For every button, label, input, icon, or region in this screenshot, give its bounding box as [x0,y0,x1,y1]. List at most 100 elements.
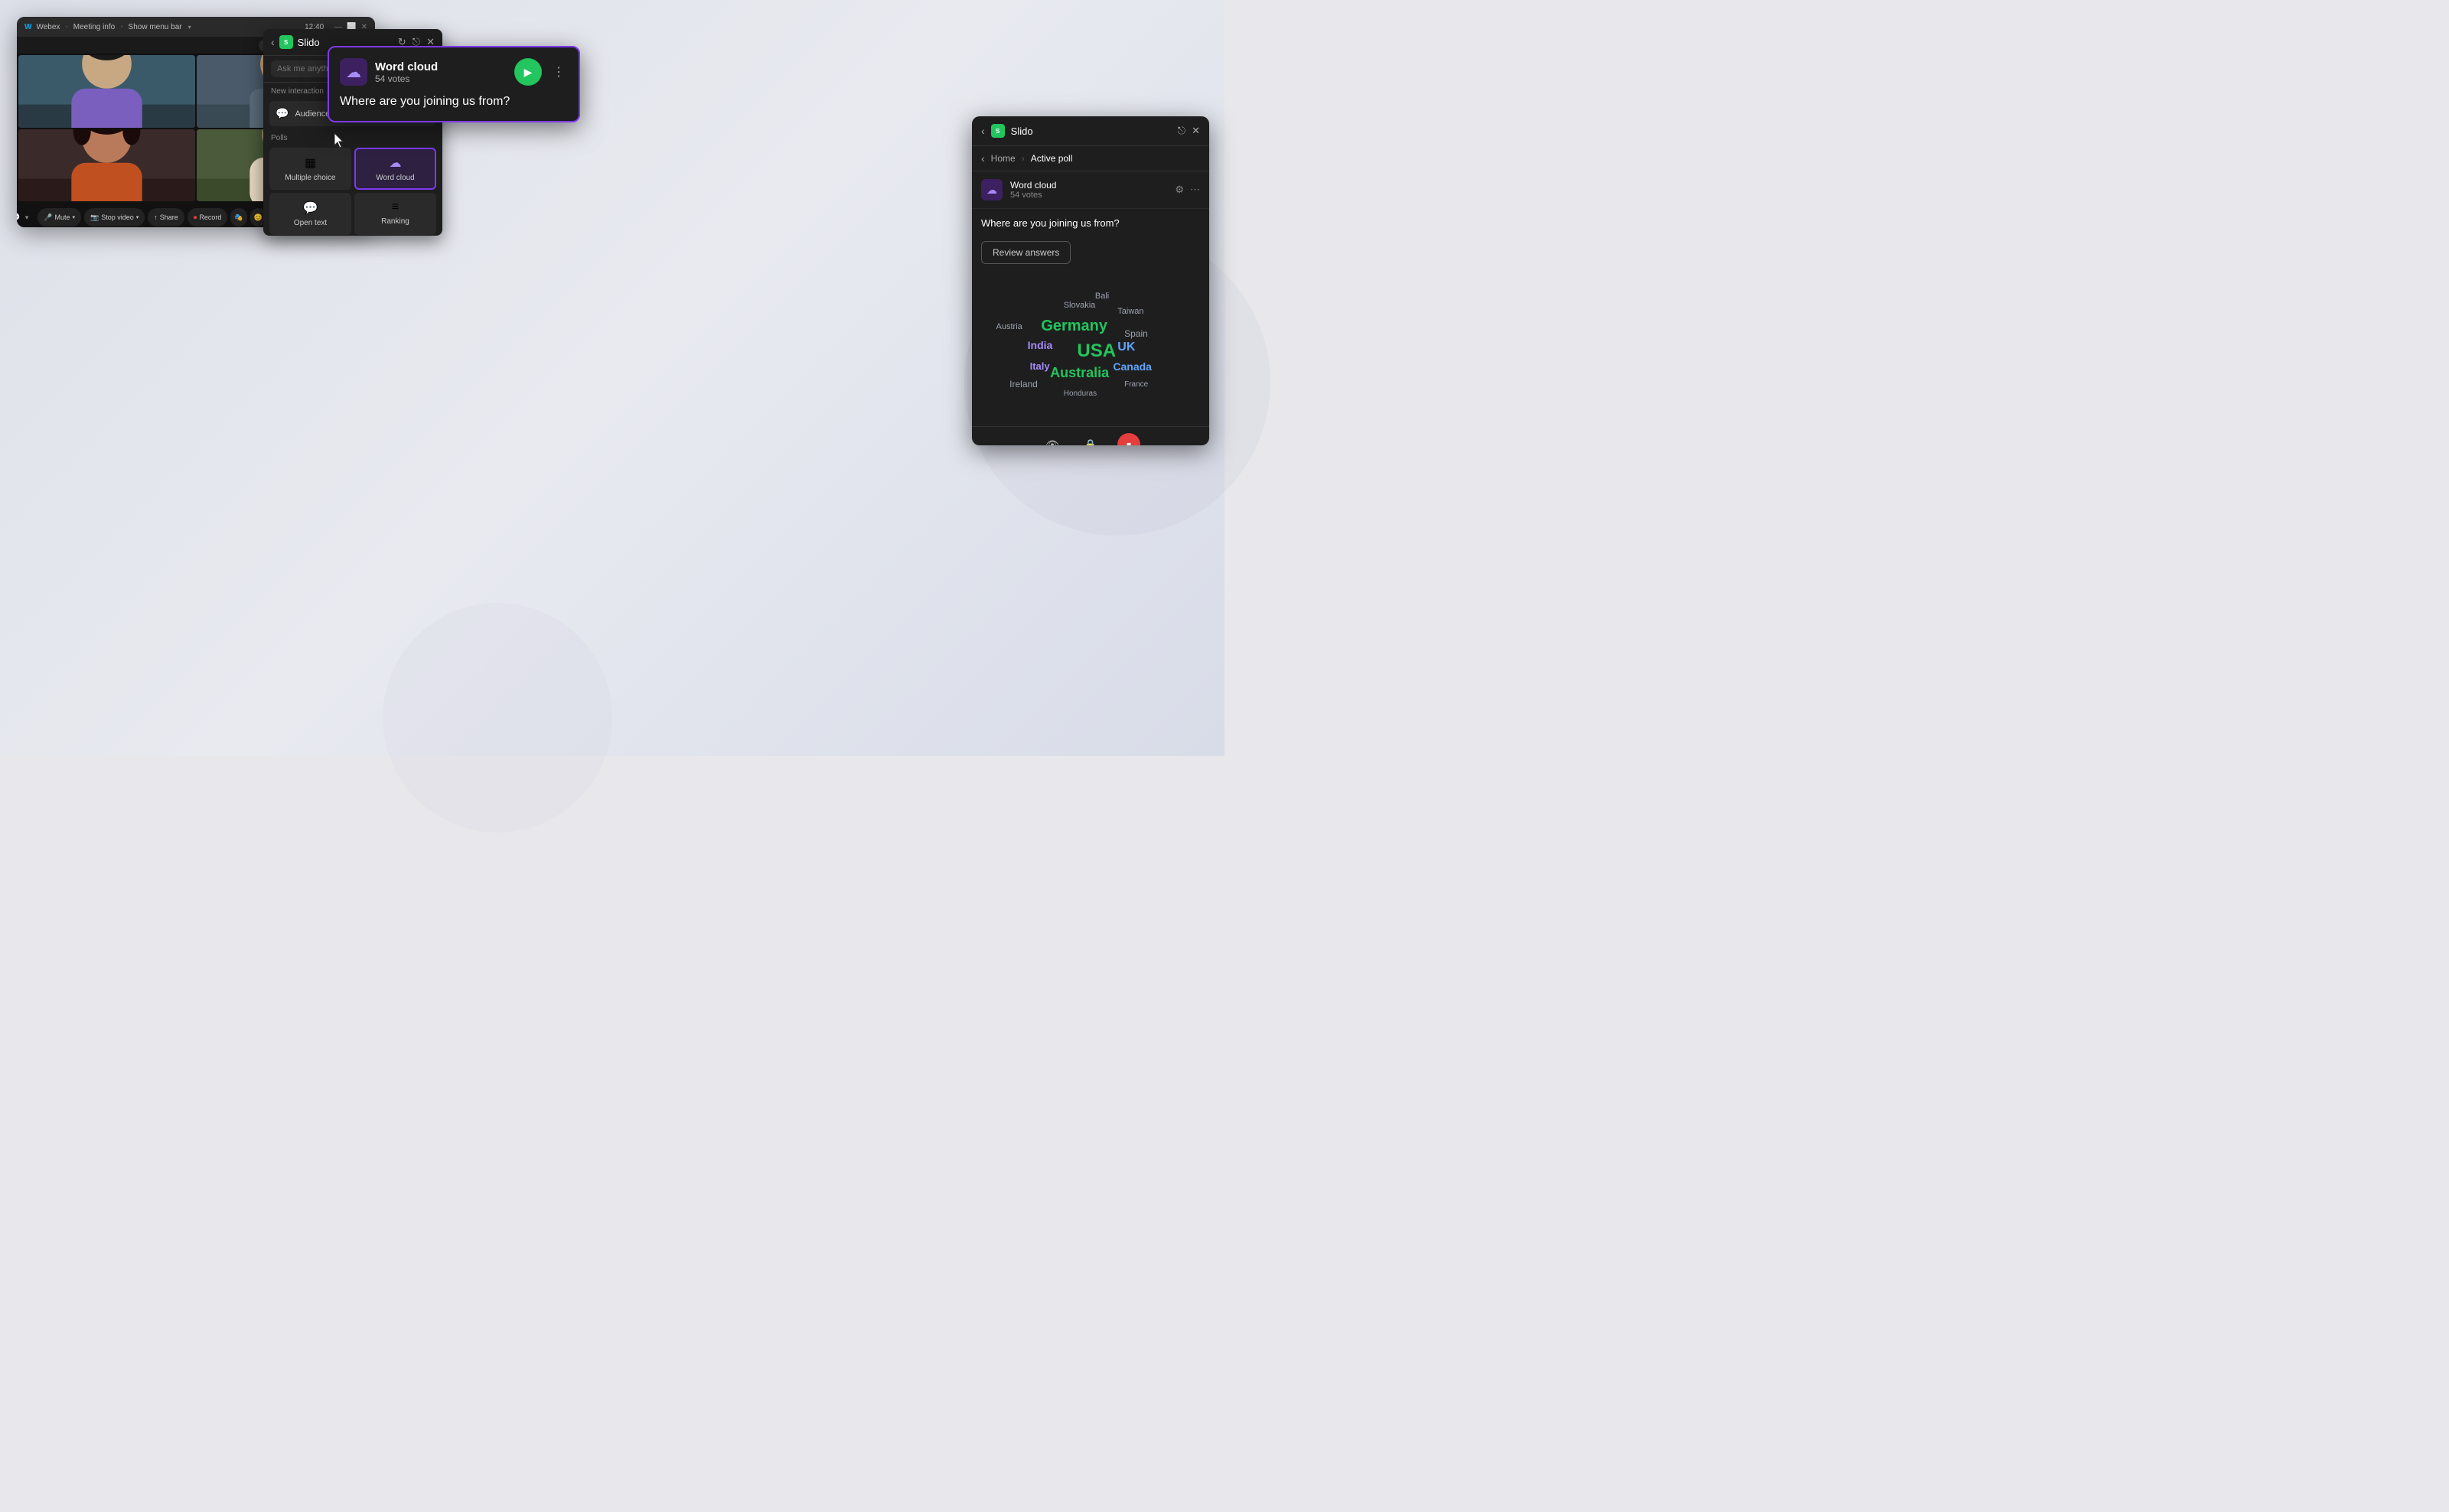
wcp-title-section: Word cloud 54 votes [375,60,507,84]
word-Honduras: Honduras [1064,389,1097,398]
nav-separator: › [1022,153,1025,164]
meeting-info-link[interactable]: Meeting info [73,23,115,31]
webex-logo-icon: W [24,23,31,31]
show-menu-bar[interactable]: Show menu bar [129,23,182,31]
multiple-choice-label: Multiple choice [285,174,335,182]
wcp-poll-icon: ☁ [340,58,367,86]
polls-grid: ▦ Multiple choice ☁ Word cloud 💬 Open te… [263,145,442,236]
open-text-icon: 💬 [303,200,318,216]
word-Spain: Spain [1124,328,1148,339]
slido-active-poll-panel: ‹ S Slido ⎋ ✕ ‹ Home › Active poll ☁ Wor… [972,116,1209,445]
record-label: Record [199,213,221,221]
open-text-item[interactable]: 💬 Open text [269,193,351,235]
caption-button[interactable]: 💬 [17,208,24,226]
sap-poll-info-row: ☁ Word cloud 54 votes ⚙ ⋯ [972,171,1209,209]
word-Italy: Italy [1030,360,1050,372]
sap-bottom-controls: 👁 🔒 ⏹ [972,426,1209,445]
cloud-icon: ☁ [346,63,361,82]
lock-button[interactable]: 🔒 [1079,433,1102,445]
sap-question-text: Where are you joining us from? [972,209,1209,238]
wcp-header: ☁ Word cloud 54 votes ▶ ⋮ [340,58,568,86]
word-Germany: Germany [1041,318,1107,335]
record-button[interactable]: ⏺ Record [188,208,228,226]
word-UK: UK [1117,341,1135,354]
stop-video-label: Stop video [101,213,134,221]
sap-navigation: ‹ Home › Active poll [972,146,1209,171]
wcp-question-text: Where are you joining us from? [340,93,568,110]
word-cloud-label: Word cloud [376,174,414,182]
word-Bali: Bali [1095,292,1109,301]
share-button[interactable]: ↑ Share [148,208,184,226]
chevron-video-icon[interactable]: ▾ [136,214,139,220]
sap-close-icon[interactable]: ✕ [1192,125,1200,137]
record-icon: ⏺ [194,213,197,222]
word-cloud-popup: ☁ Word cloud 54 votes ▶ ⋮ Where are you … [328,46,580,122]
open-text-label: Open text [294,219,327,227]
sap-more-icon[interactable]: ⋯ [1190,184,1200,196]
word-cloud-visualization: USA Germany Australia UK Canada India It… [978,270,1203,423]
camera-icon: 📷 [90,213,99,222]
review-answers-button[interactable]: Review answers [981,241,1071,264]
word-France: France [1124,380,1148,389]
video-cell-3 [18,129,195,202]
eye-toggle-button[interactable]: 👁 [1041,433,1064,445]
wcp-more-options[interactable]: ⋮ [549,61,568,83]
ranking-item[interactable]: ≡ Ranking [354,193,436,235]
sap-brand-name: Slido [1011,125,1033,137]
word-Austria: Austria [996,322,1022,331]
slido-logo-icon: S [279,35,293,49]
word-Taiwan: Taiwan [1117,307,1143,316]
word-Ireland: Ireland [1009,379,1038,389]
word-cloud-item[interactable]: ☁ Word cloud [354,148,436,190]
chevron-small-icon[interactable]: ▾ [25,208,29,226]
chevron-mute-icon[interactable]: ▾ [73,214,76,220]
word-Canada: Canada [1113,360,1152,373]
stop-video-button[interactable]: 📷 Stop video ▾ [84,208,145,226]
mute-label: Mute [55,213,70,221]
ranking-icon: ≡ [392,200,399,214]
multiple-choice-icon: ▦ [305,155,316,171]
titlebar-separator: · [64,20,68,34]
participant-1-video [18,55,195,128]
word-cloud-icon: ☁ [390,155,402,171]
sap-home-link[interactable]: Home [991,153,1016,164]
subtitle-controls: 💬 ▾ [17,208,28,226]
word-India: India [1028,339,1053,351]
titlebar-separator2: · [119,20,123,34]
word-cloud-small-icon: ☁ [986,184,997,197]
multiple-choice-item[interactable]: ▦ Multiple choice [269,148,351,190]
chevron-down-icon: ▾ [188,24,191,31]
wcp-play-button[interactable]: ▶ [514,58,542,86]
webex-app-name: Webex [36,23,60,31]
polls-section-label: Polls [263,129,442,145]
sap-settings-icon[interactable]: ⚙ [1175,184,1184,196]
share-icon: ↑ [154,213,158,221]
wcp-vote-count: 54 votes [375,73,507,84]
sap-active-poll-label: Active poll [1031,153,1073,164]
word-Australia: Australia [1050,365,1109,381]
sap-external-icon[interactable]: ⎋ [1178,125,1185,137]
stop-poll-button[interactable]: ⏹ [1117,433,1140,445]
qa-icon: 💬 [276,107,289,120]
sap-poll-action-icons: ⚙ ⋯ [1175,184,1200,196]
sap-nav-back-icon[interactable]: ‹ [981,152,985,165]
slido-back-button[interactable]: ‹ [271,36,275,48]
sap-header-actions: ⎋ ✕ [1178,125,1200,137]
participant-3-video [18,129,195,202]
video-cell-1 [18,55,195,128]
word-Slovakia: Slovakia [1064,301,1096,310]
mute-button[interactable]: 🎤 Mute ▾ [38,208,81,226]
sap-poll-type-icon: ☁ [981,179,1003,200]
sap-logo-icon: S [991,124,1005,138]
wcp-poll-title: Word cloud [375,60,507,73]
sap-back-button[interactable]: ‹ [981,125,985,137]
slido-brand-name: Slido [298,37,320,48]
sap-poll-name: Word cloud [1010,180,1167,191]
sap-poll-votes: 54 votes [1010,191,1167,200]
word-USA: USA [1077,341,1116,362]
share-label: Share [160,213,178,221]
microphone-icon: 🎤 [44,213,52,222]
sap-poll-details: Word cloud 54 votes [1010,180,1167,200]
reactions-button[interactable]: 🎭 [230,208,246,226]
sap-header: ‹ S Slido ⎋ ✕ [972,116,1209,146]
